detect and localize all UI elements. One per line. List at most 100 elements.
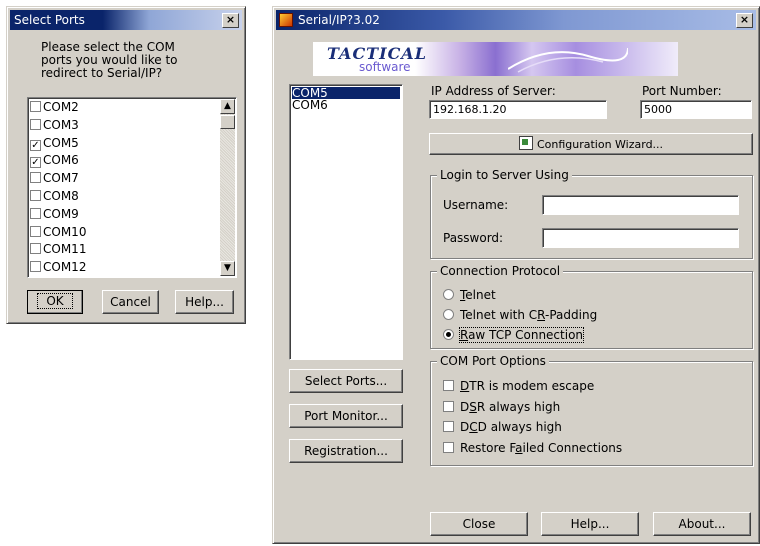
option-label: DCD always high [460,420,562,434]
password-label: Password: [443,231,504,245]
login-group-title: Login to Server Using [437,168,572,182]
port-checkbox-item[interactable]: ✓ COM5 [30,136,79,151]
checkbox-checked-icon[interactable]: ✓ [30,157,41,169]
registration-label: Registration... [304,444,388,458]
scroll-down-icon[interactable]: ▼ [220,261,235,276]
radio-icon[interactable] [443,289,454,300]
port-checkbox-label: COM6 [43,153,79,168]
checkbox-icon[interactable] [30,261,41,273]
checkbox-checked-icon[interactable]: ✓ [30,139,41,151]
port-checkbox-item[interactable]: COM8 [30,189,79,203]
close-icon[interactable]: × [222,13,239,28]
checkbox-icon[interactable] [443,441,454,453]
scrollbar[interactable]: ▲ ▼ [220,99,235,276]
option-label: Telnet with CR-Padding [460,308,598,322]
wizard-icon [518,136,533,150]
port-checkbox-item[interactable]: COM7 [30,171,79,185]
ok-button[interactable]: OK [27,290,83,314]
port-number-label: Port Number: [642,84,722,98]
port-checkbox-label: COM9 [43,206,79,221]
checkbox-icon[interactable] [30,118,41,130]
port-checkbox-item[interactable]: COM12 [30,260,86,274]
option-label: Restore Failed Connections [460,440,623,455]
port-checkbox-item[interactable]: COM3 [30,118,79,132]
help-label: Help... [570,517,610,531]
close-button[interactable]: Close [430,512,528,536]
protocol-radio[interactable]: Telnet with CR-Padding [443,308,597,322]
scroll-thumb[interactable] [220,115,235,129]
wizard-label: Configuration Wizard... [536,138,664,151]
checkbox-icon[interactable] [30,172,41,184]
port-checkbox-item[interactable]: COM10 [30,225,86,239]
port-list[interactable]: COM5 COM6 [289,84,403,360]
port-checkbox-label: COM3 [43,117,79,132]
help-button[interactable]: Help... [175,290,234,314]
scroll-up-icon[interactable]: ▲ [220,99,235,114]
port-checklist[interactable]: COM2 COM3 ✓ COM5 ✓ COM6 COM7 COM8 COM9 COM10 COM11… [27,97,237,278]
checkbox-icon[interactable] [443,380,454,391]
protocol-group-title: Connection Protocol [437,264,564,278]
radio-selected-icon[interactable] [443,329,454,340]
username-label: Username: [443,198,509,212]
checkbox-icon[interactable] [30,190,41,201]
registration-button[interactable]: Registration... [289,439,403,463]
radio-icon[interactable] [443,309,454,320]
tactical-logo: TACTICAL software [312,41,679,77]
checkbox-icon[interactable] [30,101,41,112]
port-checkbox-label: COM12 [43,260,87,275]
option-label: Raw TCP Connection [458,327,585,343]
checkbox-icon[interactable] [30,243,41,255]
logo-swoosh-icon [508,47,628,73]
port-monitor-button[interactable]: Port Monitor... [289,404,403,428]
option-label: DSR always high [460,399,561,414]
close-label: Close [462,517,496,531]
port-checkbox-label: COM7 [43,171,79,186]
options-group-title: COM Port Options [437,354,549,368]
com-option-checkbox[interactable]: DCD always high [443,420,562,434]
serialip-titlebar[interactable]: Serial/IP?3.02 × [276,10,756,30]
about-label: About... [678,517,726,531]
port-checkbox-label: COM5 [43,135,79,150]
ok-label: OK [37,293,73,309]
port-checkbox-item[interactable]: COM11 [30,242,86,256]
serialip-window: Serial/IP?3.02 × TACTICAL software COM5 C… [272,6,760,544]
cancel-button[interactable]: Cancel [102,290,159,314]
port-list-item[interactable]: COM6 [292,99,400,111]
ip-address-field[interactable]: 192.168.1.20 [429,100,607,119]
checkbox-icon[interactable] [30,207,41,219]
about-button[interactable]: About... [653,512,751,536]
checkbox-icon[interactable] [443,421,454,432]
option-label: DTR is modem escape [460,379,595,393]
select-ports-button[interactable]: Select Ports... [289,369,403,393]
port-number-field[interactable]: 5000 [640,100,752,119]
select-ports-prompt: Please select the COM ports you would li… [41,41,178,80]
port-number-value: 5000 [644,103,672,116]
connection-protocol-group: Connection Protocol Telnet Telnet with CR… [430,264,753,349]
help-label: Help... [185,295,224,309]
option-label: Telnet [460,288,496,302]
port-checkbox-label: COM2 [43,100,79,114]
com-option-checkbox[interactable]: Restore Failed Connections [443,441,622,455]
com-option-checkbox[interactable]: DSR always high [443,400,560,414]
port-checkbox-item[interactable]: COM9 [30,207,79,221]
checkbox-icon[interactable] [443,400,454,412]
prompt-line-3: redirect to Serial/IP? [41,66,163,80]
port-checkbox-item[interactable]: ✓ COM6 [30,153,79,169]
ip-address-label: IP Address of Server: [431,84,556,98]
ip-address-value: 192.168.1.20 [433,103,507,116]
port-checkbox-item[interactable]: COM2 [30,100,79,114]
protocol-radio[interactable]: Raw TCP Connection [443,327,585,343]
close-icon[interactable]: × [736,13,753,28]
app-icon [279,13,293,27]
select-ports-titlebar[interactable]: Select Ports × [10,10,242,30]
com-option-checkbox[interactable]: DTR is modem escape [443,379,594,393]
help-button[interactable]: Help... [541,512,639,536]
username-field[interactable] [542,195,739,215]
logo-bottom-text: software [359,60,411,74]
com-port-options-group: COM Port Options DTR is modem escape DSR … [430,354,753,466]
checkbox-icon[interactable] [30,225,41,237]
password-field[interactable] [542,228,739,248]
select-ports-label: Select Ports... [304,374,388,388]
protocol-radio[interactable]: Telnet [443,288,496,302]
configuration-wizard-button[interactable]: Configuration Wizard... [429,133,753,155]
